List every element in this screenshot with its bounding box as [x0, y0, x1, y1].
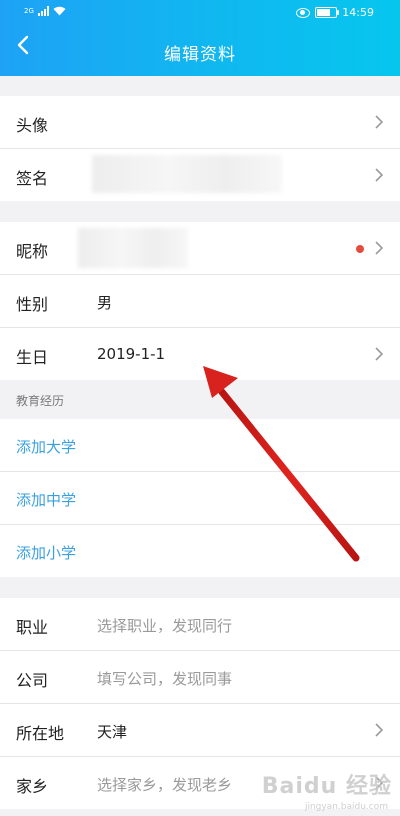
row-label: 所在地	[16, 724, 65, 743]
watermark: Baidu 经验 jingyan.baidu.com	[261, 768, 392, 812]
row-add-primary-school[interactable]: 添加小学	[0, 525, 400, 577]
row-label: 性别	[16, 295, 49, 314]
row-label: 家乡	[16, 777, 49, 796]
row-label: 头像	[16, 116, 49, 135]
row-add-middle-school[interactable]: 添加中学	[0, 472, 400, 525]
network-type: 2G	[24, 7, 34, 15]
hometown-hint: 选择家乡，发现老乡	[97, 776, 233, 794]
nickname-blurred	[78, 228, 188, 268]
chevron-right-icon	[375, 115, 384, 129]
company-hint: 填写公司，发现同事	[97, 670, 233, 688]
birthday-value: 2019-1-1	[97, 345, 166, 363]
add-university-link[interactable]: 添加大学	[16, 436, 76, 457]
battery-icon	[315, 7, 340, 18]
status-time: 14:59	[342, 6, 374, 19]
add-primary-school-link[interactable]: 添加小学	[16, 542, 76, 563]
section-education: 添加大学 添加中学 添加小学	[0, 419, 400, 577]
row-avatar[interactable]: 头像	[0, 96, 400, 149]
row-occupation[interactable]: 职业 选择职业，发现同行	[0, 598, 400, 651]
signal-icon	[37, 6, 49, 16]
row-label: 生日	[16, 348, 49, 367]
chevron-right-icon	[375, 241, 384, 255]
status-right: 14:59	[296, 6, 374, 19]
row-company[interactable]: 公司 填写公司，发现同事	[0, 651, 400, 704]
gender-value: 男	[97, 294, 113, 312]
chevron-right-icon	[375, 347, 384, 361]
location-value: 天津	[97, 723, 128, 741]
wifi-icon	[53, 6, 66, 16]
add-middle-school-link[interactable]: 添加中学	[16, 489, 76, 510]
row-label: 签名	[16, 169, 49, 188]
status-left: 2G	[24, 6, 66, 16]
row-label: 昵称	[16, 242, 49, 261]
row-location[interactable]: 所在地 天津	[0, 704, 400, 757]
row-gender[interactable]: 性别 男	[0, 275, 400, 328]
row-label: 职业	[16, 618, 49, 637]
section-basic-info: 昵称 性别 男 生日 2019-1-1	[0, 222, 400, 380]
status-bar: 2G 14:59	[0, 0, 400, 26]
eye-icon	[296, 7, 311, 18]
row-add-university[interactable]: 添加大学	[0, 419, 400, 472]
row-birthday[interactable]: 生日 2019-1-1	[0, 328, 400, 380]
row-nickname[interactable]: 昵称	[0, 222, 400, 275]
app-header: 2G 14:59 编辑资料	[0, 0, 400, 76]
row-signature[interactable]: 签名	[0, 149, 400, 201]
occupation-hint: 选择职业，发现同行	[97, 617, 233, 635]
unread-dot	[356, 245, 364, 253]
watermark-text: Baidu 经验	[261, 774, 392, 799]
chevron-right-icon	[375, 723, 384, 737]
section-avatar-signature: 头像 签名	[0, 96, 400, 201]
education-heading: 教育经历	[16, 394, 65, 408]
row-label: 公司	[16, 671, 49, 690]
watermark-url: jingyan.baidu.com	[304, 802, 388, 812]
chevron-right-icon	[375, 168, 384, 182]
signature-blurred	[92, 155, 282, 193]
page-title: 编辑资料	[164, 45, 236, 65]
